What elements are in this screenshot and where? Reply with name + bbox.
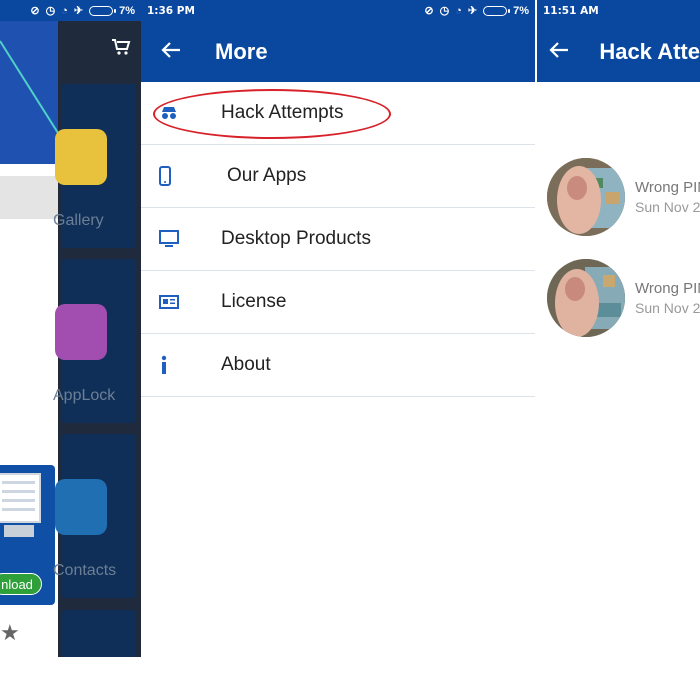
star-icon[interactable]: ★ [0, 620, 20, 646]
menu-item-our-apps[interactable]: Our Apps [141, 145, 535, 208]
tile-contacts-label: Contacts [53, 562, 117, 579]
status-time: 1:36 PM [147, 4, 195, 17]
list-item[interactable]: Wrong PIN Sun Nov 2 [547, 158, 700, 236]
alarm-icon: ◷ [439, 5, 450, 17]
info-icon [141, 355, 221, 375]
page-title: More [215, 38, 268, 64]
battery-icon [89, 5, 117, 16]
page-title: Hack Atte [599, 38, 700, 64]
highlight-oval [153, 89, 391, 139]
sync-icon: ⊘ [424, 5, 434, 17]
status-bar: ⊘ ◷ ◔ ✈ 7% [0, 0, 141, 21]
tile-contacts[interactable]: Contacts [53, 434, 136, 598]
tile-next[interactable] [61, 610, 136, 657]
wifi-icon: ◔ [455, 4, 462, 17]
menu-item-about[interactable]: About [141, 334, 535, 397]
gallery-icon [55, 129, 107, 185]
cart-icon[interactable] [111, 38, 131, 61]
airplane-icon: ✈ [467, 5, 478, 17]
hack-attempts-panel: 11:51 AM Hack Atte Wrong PIN Sun Nov 2 [537, 0, 700, 657]
monitor-icon [141, 230, 221, 248]
hero-banner [0, 21, 58, 164]
back-arrow-icon[interactable] [141, 38, 201, 66]
menu-label: Our Apps [227, 165, 307, 186]
desktop-promo-card[interactable]: nload [0, 465, 55, 605]
list-item[interactable]: Wrong PIN Sun Nov 2 [547, 259, 700, 337]
home-screen-panel: nload ★ Gallery AppLock Contacts ⊘ ◷ ◔ ✈… [0, 0, 141, 657]
app-bar: Hack Atte [537, 21, 700, 82]
status-bar: 11:51 AM [537, 0, 700, 21]
intruder-photo [547, 158, 625, 236]
status-bar: 1:36 PM ⊘ ◷ ◔ ✈ 7% [141, 0, 535, 21]
attempt-title: Wrong PIN [635, 179, 700, 196]
menu-item-hack-attempts[interactable]: Hack Attempts [141, 82, 535, 145]
tile-applock-label: AppLock [53, 387, 116, 404]
attempt-date: Sun Nov 2 [635, 300, 700, 316]
menu-label: License [221, 291, 287, 312]
more-screen-panel: 1:36 PM ⊘ ◷ ◔ ✈ 7% More Hack Attempts Ou… [141, 0, 535, 657]
monitor-illustration [0, 473, 41, 523]
tile-gallery[interactable]: Gallery [53, 84, 136, 248]
airplane-icon: ✈ [73, 5, 84, 17]
battery-icon [483, 5, 511, 16]
contacts-icon [55, 479, 107, 535]
download-button[interactable]: nload [0, 573, 42, 595]
back-arrow-icon[interactable] [537, 38, 581, 66]
menu-label: Desktop Products [221, 228, 371, 249]
applock-icon [55, 304, 107, 360]
monitor-stand [4, 525, 34, 537]
menu-item-license[interactable]: License [141, 271, 535, 334]
tile-gallery-label: Gallery [53, 212, 104, 229]
menu-item-desktop-products[interactable]: Desktop Products [141, 208, 535, 271]
tile-applock[interactable]: AppLock [53, 259, 136, 423]
status-time: 11:51 AM [543, 4, 599, 17]
search-bar-strip[interactable] [0, 176, 58, 219]
attempt-text: Wrong PIN Sun Nov 2 [635, 280, 700, 316]
attempt-title: Wrong PIN [635, 280, 700, 297]
id-card-icon [141, 295, 221, 309]
app-bar: More [141, 21, 535, 82]
alarm-icon: ◷ [45, 5, 56, 17]
battery-percent: 7% [119, 4, 135, 17]
sync-icon: ⊘ [30, 5, 40, 17]
battery-percent: 7% [513, 4, 529, 17]
intruder-photo [547, 259, 625, 337]
attempt-text: Wrong PIN Sun Nov 2 [635, 179, 700, 215]
phone-icon [141, 166, 221, 186]
wifi-icon: ◔ [61, 4, 68, 17]
more-menu: Hack Attempts Our Apps Desktop Products … [141, 82, 535, 397]
menu-label: About [221, 354, 271, 375]
attempt-date: Sun Nov 2 [635, 199, 700, 215]
